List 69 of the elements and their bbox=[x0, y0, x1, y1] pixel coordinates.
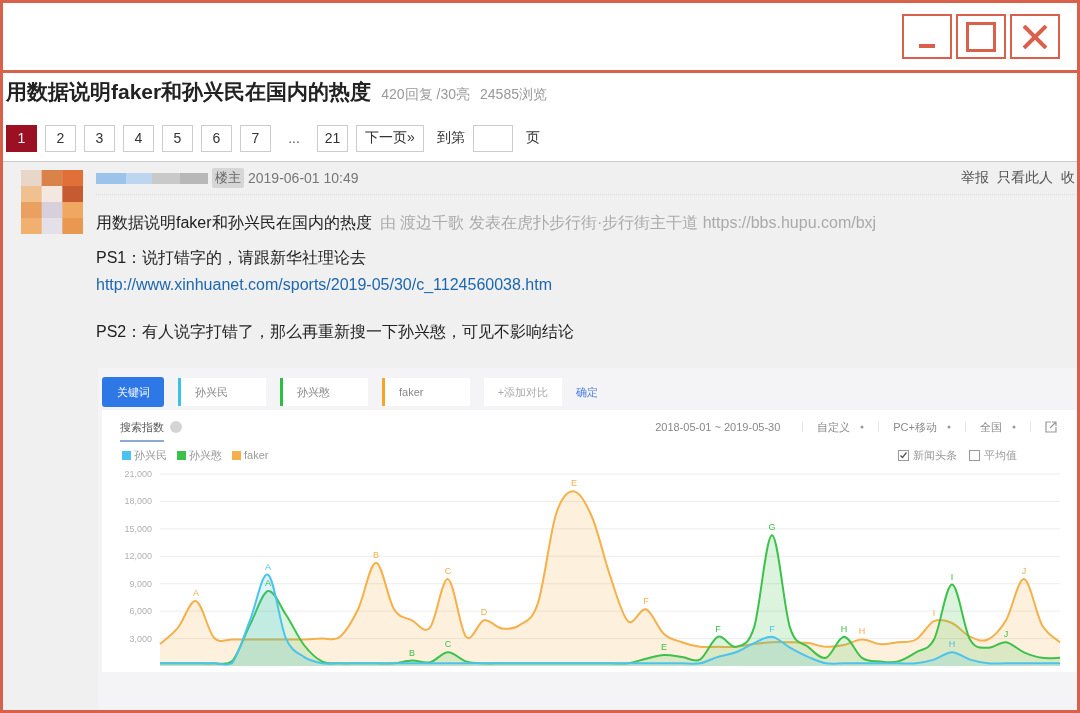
peak-label: I bbox=[950, 571, 954, 582]
peak-label: A bbox=[265, 561, 271, 572]
y-tick-label: 21,000 bbox=[124, 469, 152, 479]
page-label: 页 bbox=[525, 129, 540, 147]
keyword-field[interactable]: 孙兴民 bbox=[178, 378, 266, 406]
page-button[interactable]: 7 bbox=[240, 124, 271, 152]
post-action-link[interactable]: 只看此人 bbox=[997, 169, 1053, 187]
y-tick-label: 18,000 bbox=[124, 496, 152, 507]
peak-label: F bbox=[643, 596, 649, 607]
y-tick-label: 6,000 bbox=[129, 606, 152, 617]
goto-label: 到第 bbox=[436, 129, 465, 147]
peak-label: G bbox=[768, 522, 776, 533]
peak-label: E bbox=[661, 642, 667, 653]
y-tick-label: 9,000 bbox=[129, 578, 152, 589]
peak-label: J bbox=[1021, 566, 1027, 577]
page-button[interactable]: 1 bbox=[6, 124, 37, 152]
date-range: 2018-05-01 ~ 2019-05-30 bbox=[655, 421, 781, 433]
page-button[interactable]: 5 bbox=[162, 124, 193, 152]
post-text: PS2：有人说字打错了，那么再重新搜一下孙兴憨，可见不影响结论 bbox=[96, 322, 576, 342]
legend-label: 孙兴民 bbox=[134, 447, 167, 463]
page-button[interactable]: 3 bbox=[84, 124, 115, 152]
peak-label: A bbox=[265, 578, 271, 589]
post-text: PS1：说打错字的，请跟新华社理论去 bbox=[96, 248, 368, 268]
next-page-button[interactable]: 下一页» bbox=[356, 124, 424, 152]
peak-label: H bbox=[840, 623, 848, 634]
peak-label: J bbox=[1003, 629, 1009, 640]
peak-label: C bbox=[444, 566, 452, 577]
post-source: 由 渡边千歌 发表在虎扑步行街·步行街主干道 https://bbs.hupu.com/bxj bbox=[380, 214, 877, 231]
peak-label: F bbox=[769, 623, 775, 634]
keyword-field[interactable]: 孙兴憨 bbox=[280, 378, 368, 406]
filter-dropdown[interactable]: PC+移动 bbox=[893, 419, 951, 435]
keyword-button[interactable]: 关键词 bbox=[102, 377, 164, 407]
checkbox-label: 平均值 bbox=[984, 447, 1017, 463]
post-date: 2019-06-01 10:49 bbox=[248, 170, 359, 186]
page-button[interactable]: 2 bbox=[45, 124, 76, 152]
filter-dropdown[interactable]: 全国 bbox=[980, 419, 1016, 435]
peak-label: A bbox=[193, 588, 199, 599]
confirm-link[interactable]: 确定 bbox=[576, 384, 598, 400]
page-ellipsis: ... bbox=[287, 130, 301, 146]
search-index-tab[interactable]: 搜索指数 bbox=[120, 412, 164, 442]
peak-label: H bbox=[948, 639, 956, 650]
news-link[interactable]: http://www.xinhuanet.com/sports/2019-05/30/c_1124560038.htm bbox=[96, 274, 1077, 295]
post-action-link[interactable]: 举报 bbox=[961, 169, 989, 187]
author-badge: 楼主 bbox=[212, 168, 244, 188]
thread-title: 用数据说明faker和孙兴民在国内的热度 bbox=[6, 79, 372, 105]
peak-label: B bbox=[373, 549, 379, 560]
y-tick-label: 15,000 bbox=[124, 523, 152, 534]
page-button[interactable]: 21 bbox=[317, 124, 348, 152]
peak-label: D bbox=[480, 607, 488, 618]
filter-dropdown[interactable]: 自定义 bbox=[817, 419, 865, 435]
page-button[interactable]: 4 bbox=[123, 124, 154, 152]
reply-count: 420回复 bbox=[381, 86, 433, 104]
post-action-link[interactable]: 收 bbox=[1061, 169, 1075, 187]
post-headline: 用数据说明faker和孙兴民在国内的热度 bbox=[96, 214, 372, 231]
light-count: /30亮 bbox=[436, 86, 471, 104]
legend-label: faker bbox=[244, 449, 269, 461]
view-count: 24585浏览 bbox=[480, 86, 547, 104]
checkbox-label: 新闻头条 bbox=[913, 447, 957, 463]
peak-label: E bbox=[571, 478, 577, 489]
y-tick-label: 12,000 bbox=[124, 551, 152, 562]
peak-label: F bbox=[715, 623, 721, 634]
y-tick-label: 3,000 bbox=[129, 633, 152, 644]
peak-label: C bbox=[444, 639, 452, 650]
peak-label: H bbox=[858, 626, 866, 637]
keyword-field[interactable]: faker bbox=[382, 378, 470, 406]
legend-label: 孙兴憨 bbox=[189, 447, 222, 463]
peak-label: B bbox=[409, 647, 415, 658]
peak-label: I bbox=[932, 608, 936, 619]
page-button[interactable]: 6 bbox=[201, 124, 232, 152]
